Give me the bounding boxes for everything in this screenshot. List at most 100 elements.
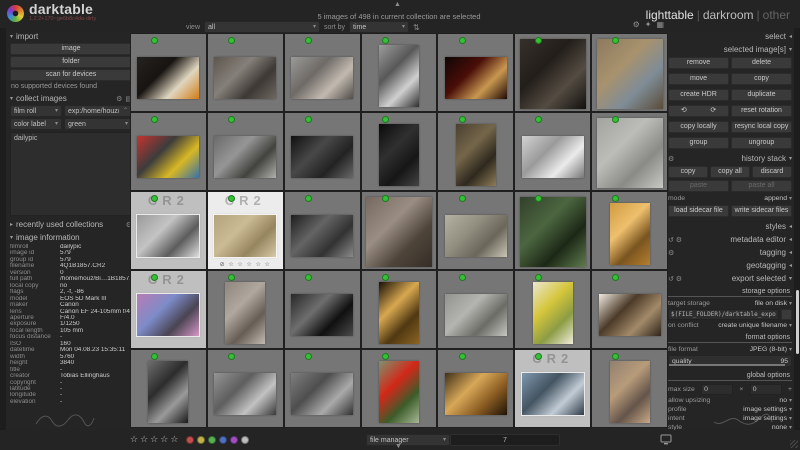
image-information-section-header[interactable]: ▾ image information [10, 233, 132, 242]
recent-collections-section-header[interactable]: ▸ recently used collections ⚙ [10, 220, 132, 229]
color-label-icon[interactable] [186, 436, 194, 444]
color-label-icon[interactable] [230, 436, 238, 444]
import-section-header[interactable]: ▾ import [10, 32, 132, 41]
remove-button[interactable]: remove [668, 57, 729, 69]
thumbnail-cell[interactable] [131, 34, 206, 111]
thumbnail-cell[interactable] [361, 192, 437, 269]
collect-rule1-value[interactable]: exp:/home/houz/Bilder/archiv/dailypic ⌃ [64, 105, 132, 117]
color-label-icon[interactable] [219, 436, 227, 444]
history-discard-button[interactable]: discard [752, 166, 792, 178]
thumbnail-cell[interactable] [438, 34, 514, 111]
presets-gear-icon[interactable]: ⚙ [668, 249, 674, 257]
thumbnail-cell[interactable] [284, 271, 360, 348]
ungroup-button[interactable]: ungroup [731, 137, 792, 149]
thumbnail-cell[interactable] [207, 34, 283, 111]
plus-icon[interactable]: + [788, 386, 792, 393]
thumbnail-cell[interactable] [207, 350, 283, 427]
reset-icon[interactable]: ↺ ⚙ [668, 275, 682, 283]
thumbnail-cell[interactable] [515, 192, 591, 269]
preferences-gear-icon[interactable]: ⚙ [633, 20, 640, 29]
color-label-icon[interactable] [197, 436, 205, 444]
presets-gear-icon[interactable]: ⚙ [116, 95, 122, 103]
sort-direction-icon[interactable]: ⇅ [413, 23, 420, 32]
thumbnail-cell[interactable] [284, 113, 360, 190]
resync-local-copy-button[interactable]: resync local copy [731, 121, 792, 133]
collect-images-section-header[interactable]: ▾ collect images ⚙ ▤ [10, 94, 132, 103]
thumbnail-cell[interactable] [438, 192, 514, 269]
selected-images-section-header[interactable]: selected image[s] ▾ [668, 45, 792, 54]
reset-icon[interactable]: ↺ ⚙ [668, 236, 682, 244]
thumbnail-cell[interactable] [592, 350, 667, 427]
thumbnail-cell[interactable] [515, 113, 591, 190]
thumbnail-cell[interactable] [515, 271, 591, 348]
history-paste-button[interactable]: paste [668, 180, 729, 192]
max-width-input[interactable]: 0 [701, 384, 734, 395]
history-stack-section-header[interactable]: ⚙ history stack ▾ [668, 154, 792, 163]
rotate-cw-icon[interactable]: ⟳ [710, 106, 716, 116]
collect-rule2-value-dropdown[interactable]: green ▾ [64, 118, 132, 130]
thumbnail-cell[interactable] [284, 192, 360, 269]
thumbnail-cell[interactable] [207, 113, 283, 190]
sort-by-dropdown[interactable]: time ▾ [349, 21, 410, 33]
view-filter-dropdown[interactable]: all ▾ [204, 21, 321, 33]
thumbnail-cell[interactable] [361, 113, 437, 190]
path-picker-icon[interactable] [781, 309, 792, 320]
thumbnail-cell[interactable]: CR2 ⊘ ☆ ☆ ☆ ☆ ☆ [207, 192, 283, 269]
history-paste-all-button[interactable]: paste all [731, 180, 792, 192]
history-mode-dropdown[interactable]: append ▾ [764, 195, 792, 202]
max-height-input[interactable]: 0 [749, 384, 782, 395]
thumbnail-cell[interactable] [361, 350, 437, 427]
copy-button[interactable]: copy [731, 73, 792, 85]
export-path-input[interactable] [668, 309, 779, 320]
thumbnail-cell[interactable] [438, 350, 514, 427]
import-image-button[interactable]: image [10, 43, 132, 55]
color-label-icon[interactable] [241, 436, 249, 444]
quality-slider[interactable]: quality 95 [668, 355, 792, 367]
thumbnail-cell[interactable] [284, 34, 360, 111]
delete-button[interactable]: delete [731, 57, 792, 69]
thumbnail-cell[interactable] [284, 350, 360, 427]
styles-section-header[interactable]: styles ◂ [668, 222, 792, 231]
collect-result-item[interactable]: dailypic [14, 135, 128, 142]
history-copy-all-button[interactable]: copy all [710, 166, 750, 178]
collect-rule1-field-dropdown[interactable]: film roll ▾ [10, 105, 62, 117]
copy-locally-button[interactable]: copy locally [668, 121, 729, 133]
thumbnail-cell[interactable]: CR2 [131, 192, 206, 269]
resize-grip[interactable] [790, 440, 798, 448]
move-button[interactable]: move [668, 73, 729, 85]
zoom-level-slider[interactable]: 7 [450, 434, 560, 446]
thumbnail-cell[interactable] [207, 271, 283, 348]
target-storage-dropdown[interactable]: file on disk ▾ [755, 300, 792, 307]
history-copy-button[interactable]: copy [668, 166, 708, 178]
collect-results-list[interactable]: dailypic [10, 132, 132, 216]
thumbnail-cell[interactable] [592, 192, 667, 269]
scan-devices-button[interactable]: scan for devices [10, 69, 132, 81]
tab-lighttable[interactable]: lighttable [646, 8, 694, 22]
collapse-bottom-panel-arrow[interactable]: ▼ [395, 443, 402, 450]
right-panel-edge[interactable] [794, 28, 800, 430]
display-profile-icon[interactable] [660, 434, 672, 445]
thumbnail-cell[interactable] [361, 271, 437, 348]
load-sidecar-button[interactable]: load sidecar file [668, 205, 729, 217]
color-label-icon[interactable] [208, 436, 216, 444]
on-conflict-dropdown[interactable]: create unique filename ▾ [718, 322, 792, 329]
star-icon[interactable]: ☆ [160, 434, 168, 445]
file-format-dropdown[interactable]: JPEG (8-bit) ▾ [750, 346, 792, 353]
thumbnail-cell[interactable] [592, 271, 667, 348]
collapse-top-panel-arrow[interactable]: ▲ [394, 1, 401, 8]
thumbnail-cell[interactable] [131, 350, 206, 427]
presets-gear-icon[interactable]: ⚙ [668, 155, 674, 163]
metadata-editor-section-header[interactable]: ↺ ⚙ metadata editor ◂ [668, 235, 792, 244]
tab-darkroom[interactable]: darkroom [703, 8, 754, 22]
import-folder-button[interactable]: folder [10, 56, 132, 68]
thumbnail-cell[interactable] [438, 113, 514, 190]
thumbnail-cell[interactable] [361, 34, 437, 111]
thumbnail-cell[interactable] [515, 34, 591, 111]
create-hdr-button[interactable]: create HDR [668, 89, 729, 101]
thumb-rating-tools[interactable]: ⊘ ☆ ☆ ☆ ☆ ☆ [208, 261, 283, 268]
thumbnail-cell[interactable] [131, 113, 206, 190]
duplicate-button[interactable]: duplicate [731, 89, 792, 101]
collect-rule2-field-dropdown[interactable]: color label ▾ [10, 118, 62, 130]
thumbnail-cell[interactable]: CR2 [131, 271, 206, 348]
tagging-section-header[interactable]: ⚙ tagging ◂ [668, 248, 792, 257]
